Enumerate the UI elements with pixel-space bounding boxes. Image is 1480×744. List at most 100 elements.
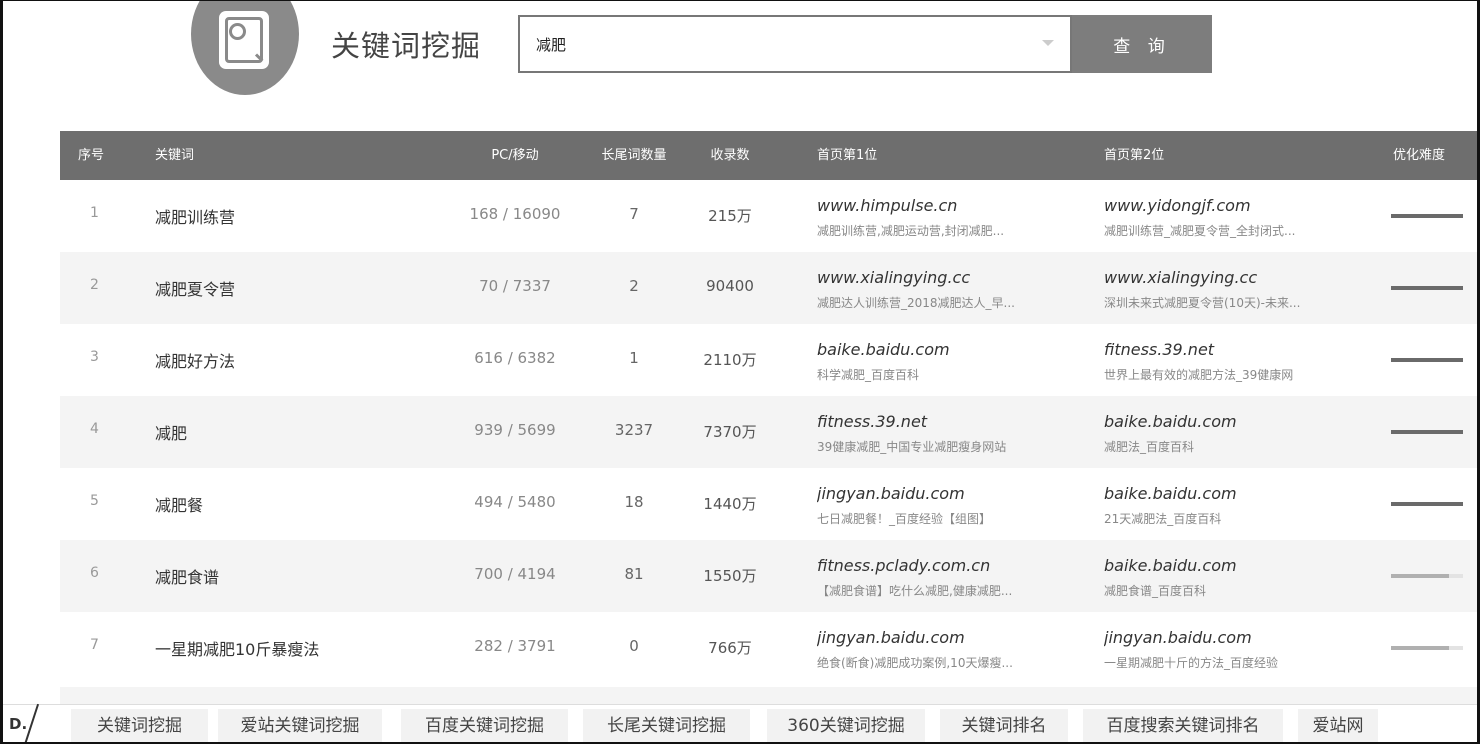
row-second-result-desc[interactable]: 21天减肥法_百度百科 xyxy=(1104,510,1379,527)
search-button[interactable]: 查 询 xyxy=(1072,15,1212,73)
row-first-result-desc[interactable]: 科学减肥_百度百科 xyxy=(817,366,1092,383)
row-index: 1 xyxy=(90,205,99,221)
row-first-result-desc[interactable]: 七日减肥餐！_百度经验【组图】 xyxy=(817,510,1092,527)
row-first-result-desc[interactable]: 39健康减肥_中国专业减肥瘦身网站 xyxy=(817,438,1092,455)
column-header-indexed[interactable]: 收录数 xyxy=(690,131,770,180)
column-header-pc-mobile[interactable]: PC/移动 xyxy=(455,131,575,180)
row-second-result-desc[interactable]: 减肥法_百度百科 xyxy=(1104,438,1379,455)
difficulty-bar xyxy=(1391,574,1463,578)
difficulty-bar xyxy=(1391,358,1463,362)
row-first-result-site[interactable]: www.himpulse.cn xyxy=(817,196,1092,215)
row-second-result-desc[interactable]: 一星期减肥十斤的方法_百度经验 xyxy=(1104,654,1379,671)
footer-link[interactable]: 长尾关键词挖掘 xyxy=(583,709,750,742)
row-second-result-site[interactable]: www.xialingying.cc xyxy=(1104,268,1379,287)
row-long-tail-count[interactable]: 3237 xyxy=(590,421,678,439)
footer-link[interactable]: 360关键词挖掘 xyxy=(767,709,925,742)
row-keyword[interactable]: 减肥好方法 xyxy=(155,348,235,372)
row-first-result-desc[interactable]: 减肥训练营,减肥运动营,封闭减肥... xyxy=(817,222,1092,239)
row-first-result-site[interactable]: fitness.39.net xyxy=(817,412,1092,431)
row-first-result-desc[interactable]: 绝食(断食)减肥成功案例,10天爆瘦... xyxy=(817,654,1092,671)
table-row[interactable]: 4 减肥 939 / 5699 3237 7370万 fitness.39.net 39健康… xyxy=(60,396,1477,468)
row-indexed-count: 766万 xyxy=(708,639,752,657)
table-header: 序号 关键词 PC/移动 长尾词数量 收录数 首页第1位 首页第2位 优化难度 xyxy=(60,131,1477,180)
column-header-keyword: 关键词 xyxy=(155,148,195,163)
table-row[interactable]: 6 减肥食谱 700 / 4194 81 1550万 fitness.pclady.com… xyxy=(60,540,1477,612)
row-second-result-desc[interactable]: 减肥食谱_百度百科 xyxy=(1104,582,1379,599)
row-index: 5 xyxy=(90,493,99,509)
difficulty-bar-fill xyxy=(1391,574,1449,578)
table-row[interactable]: 1 减肥训练营 168 / 16090 7 215万 www.himpulse.cn 减肥训… xyxy=(60,180,1477,252)
row-keyword[interactable]: 减肥训练营 xyxy=(155,204,235,228)
difficulty-bar-fill xyxy=(1391,646,1449,650)
row-first-result-desc[interactable]: 减肥达人训练营_2018减肥达人_早... xyxy=(817,294,1092,311)
row-index: 7 xyxy=(90,637,99,653)
row-keyword[interactable]: 减肥食谱 xyxy=(155,564,219,588)
row-first-result-site[interactable]: www.xialingying.cc xyxy=(817,268,1092,287)
row-first-result-site[interactable]: fitness.pclady.com.cn xyxy=(817,556,1092,575)
row-index: 2 xyxy=(90,277,99,293)
row-first-result-site[interactable]: jingyan.baidu.com xyxy=(817,628,1092,647)
row-pc-mobile: 939 / 5699 xyxy=(474,421,556,439)
chevron-down-icon[interactable] xyxy=(1042,40,1054,46)
row-long-tail-count[interactable]: 0 xyxy=(590,637,678,655)
row-long-tail-count[interactable]: 18 xyxy=(590,493,678,511)
footer-link[interactable]: 关键词排名 xyxy=(940,709,1068,742)
row-keyword[interactable]: 减肥 xyxy=(155,420,187,444)
row-second-result-desc[interactable]: 深圳未来式减肥夏令营(10天)-未来... xyxy=(1104,294,1379,311)
difficulty-bar-fill xyxy=(1391,214,1463,218)
table-row[interactable]: 7 一星期减肥10斤暴瘦法 282 / 3791 0 766万 jingyan.baidu… xyxy=(60,612,1477,684)
row-long-tail-count[interactable]: 1 xyxy=(590,349,678,367)
row-indexed-count: 2110万 xyxy=(703,351,757,369)
row-second-result-desc[interactable]: 减肥训练营_减肥夏令营_全封闭式... xyxy=(1104,222,1379,239)
row-index: 3 xyxy=(90,349,99,365)
row-second-result-desc[interactable]: 世界上最有效的减肥方法_39健康网 xyxy=(1104,366,1379,383)
table-row[interactable]: 5 减肥餐 494 / 5480 18 1440万 jingyan.baidu.com 七日… xyxy=(60,468,1477,540)
row-second-result-site[interactable]: www.yidongjf.com xyxy=(1104,196,1379,215)
difficulty-bar xyxy=(1391,286,1463,290)
row-first-result-desc[interactable]: 【减肥食谱】吃什么减肥,健康减肥... xyxy=(817,582,1092,599)
footer-link[interactable]: 爱站关键词挖掘 xyxy=(218,709,382,742)
footer-link[interactable]: 关键词挖掘 xyxy=(71,709,208,742)
footer-tag: D. xyxy=(3,703,40,742)
table-row[interactable]: 3 减肥好方法 616 / 6382 1 2110万 baike.baidu.com 科学减… xyxy=(60,324,1477,396)
difficulty-bar-fill xyxy=(1391,286,1463,290)
row-first-result-site[interactable]: jingyan.baidu.com xyxy=(817,484,1092,503)
difficulty-bar xyxy=(1391,214,1463,218)
row-second-result-site[interactable]: baike.baidu.com xyxy=(1104,484,1379,503)
difficulty-bar xyxy=(1391,646,1463,650)
row-second-result-site[interactable]: fitness.39.net xyxy=(1104,340,1379,359)
search-input[interactable] xyxy=(520,17,1020,71)
table-body: 1 减肥训练营 168 / 16090 7 215万 www.himpulse.cn 减肥训… xyxy=(60,180,1477,684)
row-index: 4 xyxy=(90,421,99,437)
magnifier-document-icon xyxy=(219,11,269,69)
row-keyword[interactable]: 减肥餐 xyxy=(155,492,203,516)
column-header-long-tail[interactable]: 长尾词数量 xyxy=(590,131,678,180)
row-first-result-site[interactable]: baike.baidu.com xyxy=(817,340,1092,359)
row-pc-mobile: 494 / 5480 xyxy=(474,493,556,511)
table-row[interactable]: 2 减肥夏令营 70 / 7337 2 90400 www.xialingying.cc 减… xyxy=(60,252,1477,324)
row-indexed-count: 1440万 xyxy=(703,495,757,513)
difficulty-bar-fill xyxy=(1391,358,1463,362)
search-box[interactable] xyxy=(518,15,1072,73)
column-header-difficulty[interactable]: 优化难度 xyxy=(1393,131,1445,180)
row-long-tail-count[interactable]: 2 xyxy=(590,277,678,295)
row-keyword[interactable]: 减肥夏令营 xyxy=(155,276,235,300)
row-pc-mobile: 168 / 16090 xyxy=(469,205,561,223)
row-keyword[interactable]: 一星期减肥10斤暴瘦法 xyxy=(155,636,319,660)
footer-link[interactable]: 百度搜索关键词排名 xyxy=(1083,709,1283,742)
row-second-result-site[interactable]: baike.baidu.com xyxy=(1104,556,1379,575)
row-long-tail-count[interactable]: 81 xyxy=(590,565,678,583)
row-long-tail-count[interactable]: 7 xyxy=(590,205,678,223)
difficulty-bar-fill xyxy=(1391,430,1463,434)
footer-link-bar: D. 关键词挖掘 爱站关键词挖掘 百度关键词挖掘 长尾关键词挖掘 360关键词挖掘 关键词… xyxy=(3,703,1477,742)
row-pc-mobile: 282 / 3791 xyxy=(474,637,556,655)
footer-link[interactable]: 爱站网 xyxy=(1298,709,1378,742)
table-row-partial xyxy=(60,687,1477,704)
row-second-result-site[interactable]: jingyan.baidu.com xyxy=(1104,628,1379,647)
row-pc-mobile: 700 / 4194 xyxy=(474,565,556,583)
row-pc-mobile: 616 / 6382 xyxy=(474,349,556,367)
column-header-first-result: 首页第1位 xyxy=(817,148,878,163)
row-second-result-site[interactable]: baike.baidu.com xyxy=(1104,412,1379,431)
keyword-table: 序号 关键词 PC/移动 长尾词数量 收录数 首页第1位 首页第2位 优化难度 … xyxy=(60,131,1477,684)
footer-link[interactable]: 百度关键词挖掘 xyxy=(401,709,568,742)
